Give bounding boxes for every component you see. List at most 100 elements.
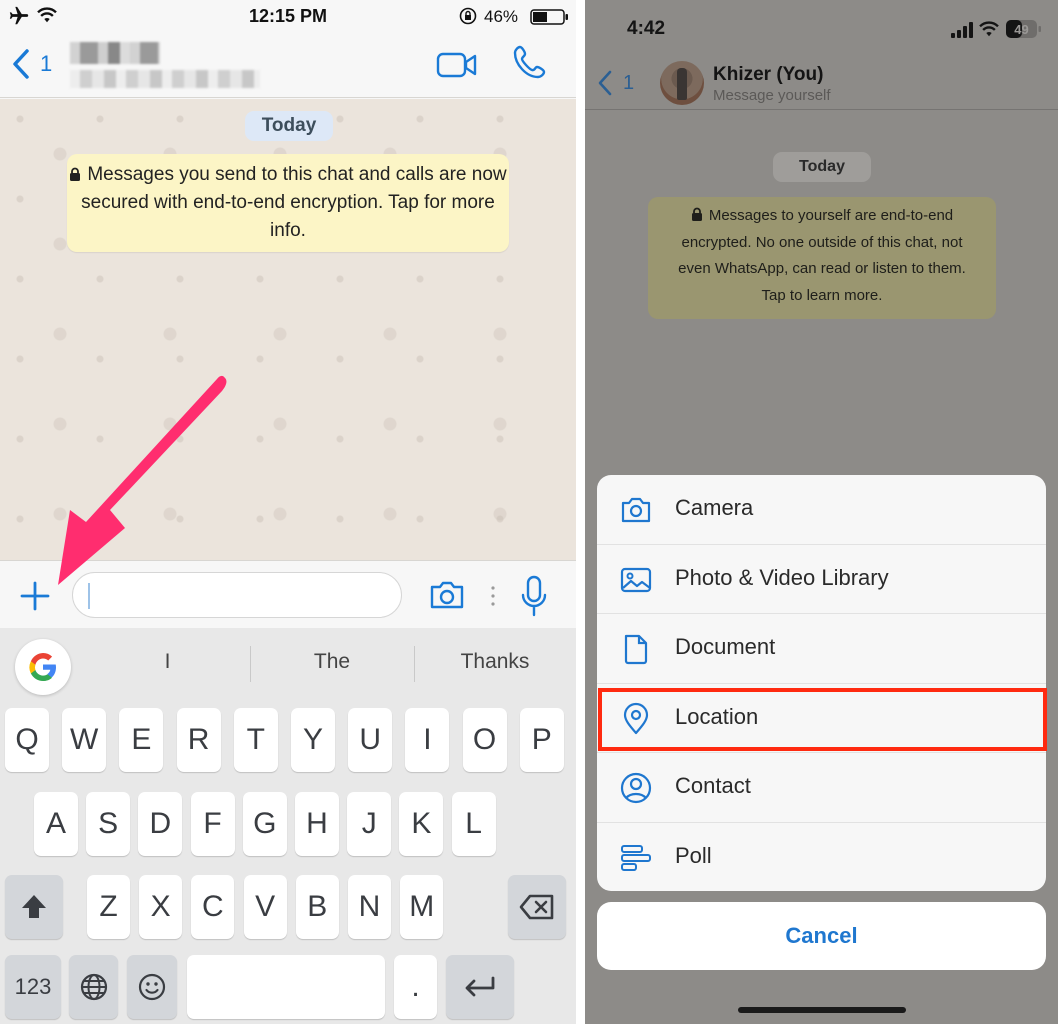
encryption-notice[interactable]: Messages you send to this chat and calls…	[67, 154, 509, 252]
encryption-line-4: Tap to learn more.	[761, 286, 883, 304]
home-indicator[interactable]	[738, 1007, 906, 1013]
unread-count: 1	[623, 71, 635, 94]
key-t[interactable]: T	[233, 708, 278, 772]
unread-count: 1	[40, 51, 53, 76]
suggestion-bar: I The Thanks	[0, 628, 576, 702]
attach-plus-button[interactable]	[18, 579, 52, 613]
sheet-item-photo-video-library[interactable]: Photo & Video Library	[597, 545, 1046, 614]
key-e[interactable]: E	[119, 708, 164, 772]
chat-header: 1 Khizer (You) Message yourself	[585, 56, 1058, 110]
poll-icon	[621, 844, 651, 871]
date-pill: Today	[245, 111, 333, 141]
back-button[interactable]: 1	[10, 48, 52, 80]
encryption-notice-text: Messages you send to this chat and calls…	[81, 164, 507, 241]
suggestion-divider	[414, 646, 415, 682]
battery-level-text: 49	[1014, 22, 1028, 37]
camera-icon[interactable]	[428, 579, 466, 611]
cellular-signal-icon	[951, 22, 973, 38]
key-n[interactable]: N	[348, 875, 391, 939]
encryption-line-1: Messages to yourself are end-to-end	[708, 207, 954, 224]
key-j[interactable]: J	[347, 792, 392, 856]
key-a[interactable]: A	[34, 792, 78, 856]
sheet-item-label: Photo & Video Library	[675, 564, 889, 590]
sheet-item-contact[interactable]: Contact	[597, 753, 1046, 823]
sheet-item-camera[interactable]: Camera	[597, 475, 1046, 545]
contact-icon	[620, 772, 652, 804]
chevron-left-icon	[13, 49, 29, 79]
key-b[interactable]: B	[295, 875, 339, 939]
emoji-icon	[138, 973, 166, 1001]
globe-icon	[80, 973, 107, 1001]
cancel-button[interactable]: Cancel	[597, 902, 1046, 970]
screenshot-separator	[576, 0, 585, 1024]
message-input-bar	[0, 560, 576, 628]
period-key[interactable]: .	[394, 955, 437, 1019]
backspace-key[interactable]	[508, 875, 566, 939]
key-r[interactable]: R	[176, 708, 221, 772]
left-phone-screen: 12:15 PM 46% 1 Today Messages you send t…	[0, 0, 576, 1024]
key-k[interactable]: K	[399, 792, 444, 856]
right-phone-screen: 4:42 49 1 Khizer (You) Message yourself …	[585, 0, 1058, 1024]
sheet-item-document[interactable]: Document	[597, 614, 1046, 684]
shift-key[interactable]	[5, 875, 63, 939]
key-z[interactable]: Z	[87, 875, 130, 939]
camera-icon	[621, 497, 651, 523]
photo-library-icon	[620, 567, 652, 592]
key-m[interactable]: M	[400, 875, 444, 939]
globe-key[interactable]	[69, 955, 118, 1019]
blurred-contact-status	[70, 70, 260, 88]
more-dots-icon[interactable]	[490, 585, 496, 607]
suggestion-divider	[250, 646, 251, 682]
back-button[interactable]: 1	[597, 70, 634, 96]
enter-arrow-icon	[465, 976, 495, 997]
sheet-item-location[interactable]: Location	[597, 684, 1046, 753]
battery-icon: 49	[1006, 20, 1041, 38]
key-q[interactable]: Q	[5, 708, 49, 772]
microphone-icon[interactable]	[520, 575, 548, 617]
key-o[interactable]: O	[462, 708, 507, 772]
key-w[interactable]: W	[62, 708, 107, 772]
lock-icon	[70, 167, 81, 181]
sheet-item-label: Contact	[675, 773, 751, 798]
google-logo-button[interactable]	[15, 639, 71, 695]
rotation-lock-icon	[459, 7, 477, 25]
sheet-item-poll[interactable]: Poll	[597, 823, 1046, 892]
key-p[interactable]: P	[519, 708, 564, 772]
numbers-key[interactable]: 123	[5, 955, 61, 1019]
document-icon	[624, 634, 648, 665]
avatar[interactable]	[660, 61, 704, 105]
suggestion-1[interactable]: I	[110, 650, 225, 674]
message-input[interactable]	[72, 572, 402, 618]
key-i[interactable]: I	[405, 708, 450, 772]
battery-icon	[530, 9, 568, 25]
key-g[interactable]: G	[242, 792, 287, 856]
date-pill: Today	[773, 152, 871, 182]
key-d[interactable]: D	[138, 792, 183, 856]
key-f[interactable]: F	[190, 792, 235, 856]
suggestion-2[interactable]: The	[262, 650, 402, 674]
battery-percent: 46%	[484, 7, 519, 26]
space-bar[interactable]	[187, 955, 385, 1019]
key-x[interactable]: X	[139, 875, 183, 939]
lock-icon	[691, 207, 702, 221]
suggestion-3[interactable]: Thanks	[425, 650, 565, 674]
shift-arrow-icon	[22, 895, 46, 918]
key-h[interactable]: H	[295, 792, 339, 856]
emoji-key[interactable]	[127, 955, 177, 1019]
keyboard: I The Thanks QWERTYUIOPASDFGHJKLZXCVBNM …	[0, 628, 576, 1024]
key-l[interactable]: L	[451, 792, 496, 856]
contact-name[interactable]: Khizer (You)	[713, 64, 823, 86]
key-y[interactable]: Y	[291, 708, 335, 772]
sheet-item-label: Camera	[675, 495, 754, 520]
encryption-line-3: even WhatsApp, can read or listen to the…	[678, 260, 966, 277]
key-s[interactable]: S	[86, 792, 131, 856]
key-c[interactable]: C	[191, 875, 235, 939]
encryption-notice[interactable]: Messages to yourself are end-to-end encr…	[648, 197, 996, 319]
video-call-icon[interactable]	[436, 50, 478, 80]
sheet-item-label: Document	[675, 634, 776, 659]
enter-key[interactable]	[446, 955, 514, 1019]
google-g-icon	[29, 652, 56, 681]
key-v[interactable]: V	[243, 875, 287, 939]
key-u[interactable]: U	[348, 708, 393, 772]
voice-call-icon[interactable]	[512, 44, 548, 80]
